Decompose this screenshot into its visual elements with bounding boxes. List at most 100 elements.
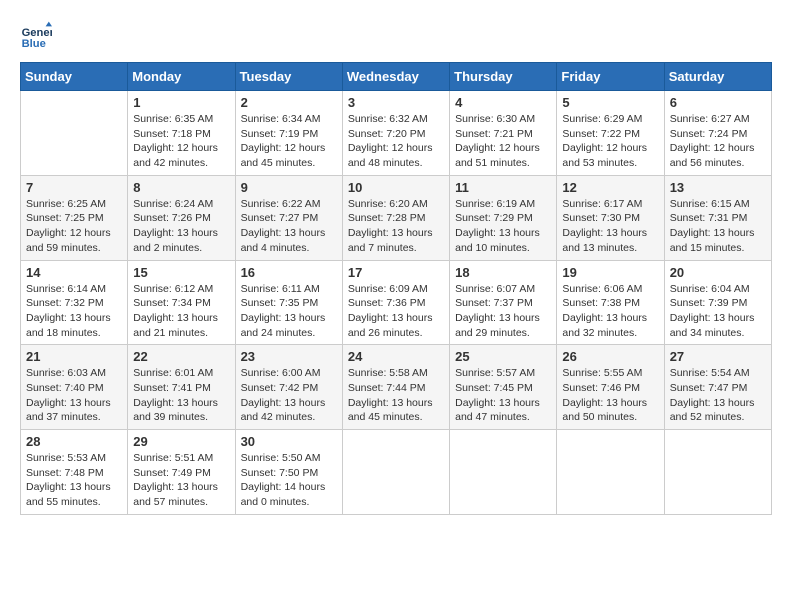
calendar-week-row: 28 Sunrise: 5:53 AMSunset: 7:48 PMDayligh… <box>21 430 772 515</box>
day-number: 12 <box>562 180 658 195</box>
day-number: 26 <box>562 349 658 364</box>
calendar-cell: 11 Sunrise: 6:19 AMSunset: 7:29 PMDayligh… <box>450 175 557 260</box>
day-number: 17 <box>348 265 444 280</box>
day-number: 29 <box>133 434 229 449</box>
day-info: Sunrise: 6:22 AMSunset: 7:27 PMDaylight:… <box>241 197 337 256</box>
day-number: 24 <box>348 349 444 364</box>
day-number: 11 <box>455 180 551 195</box>
day-info: Sunrise: 6:19 AMSunset: 7:29 PMDaylight:… <box>455 197 551 256</box>
day-info: Sunrise: 6:06 AMSunset: 7:38 PMDaylight:… <box>562 282 658 341</box>
logo-icon: General Blue <box>20 20 52 52</box>
page-header: General Blue <box>20 20 772 52</box>
day-number: 22 <box>133 349 229 364</box>
day-number: 18 <box>455 265 551 280</box>
calendar-cell: 8 Sunrise: 6:24 AMSunset: 7:26 PMDaylight… <box>128 175 235 260</box>
calendar-cell: 28 Sunrise: 5:53 AMSunset: 7:48 PMDayligh… <box>21 430 128 515</box>
calendar-cell: 29 Sunrise: 5:51 AMSunset: 7:49 PMDayligh… <box>128 430 235 515</box>
svg-text:Blue: Blue <box>22 38 46 50</box>
svg-text:General: General <box>22 27 52 39</box>
logo: General Blue <box>20 20 56 52</box>
day-number: 21 <box>26 349 122 364</box>
day-info: Sunrise: 5:51 AMSunset: 7:49 PMDaylight:… <box>133 451 229 510</box>
day-number: 30 <box>241 434 337 449</box>
day-info: Sunrise: 5:55 AMSunset: 7:46 PMDaylight:… <box>562 366 658 425</box>
calendar-cell: 20 Sunrise: 6:04 AMSunset: 7:39 PMDayligh… <box>664 260 771 345</box>
calendar-cell: 14Sunrise: 6:14 AMSunset: 7:32 PMDayligh… <box>21 260 128 345</box>
calendar-cell: 10 Sunrise: 6:20 AMSunset: 7:28 PMDayligh… <box>342 175 449 260</box>
calendar-cell: 2 Sunrise: 6:34 AMSunset: 7:19 PMDaylight… <box>235 91 342 176</box>
day-info: Sunrise: 6:15 AMSunset: 7:31 PMDaylight:… <box>670 197 766 256</box>
calendar-cell <box>342 430 449 515</box>
weekday-header: Sunday <box>21 63 128 91</box>
calendar-cell: 5 Sunrise: 6:29 AMSunset: 7:22 PMDaylight… <box>557 91 664 176</box>
day-number: 2 <box>241 95 337 110</box>
calendar-cell: 7 Sunrise: 6:25 AMSunset: 7:25 PMDaylight… <box>21 175 128 260</box>
calendar-cell: 18 Sunrise: 6:07 AMSunset: 7:37 PMDayligh… <box>450 260 557 345</box>
calendar-cell: 13 Sunrise: 6:15 AMSunset: 7:31 PMDayligh… <box>664 175 771 260</box>
day-number: 3 <box>348 95 444 110</box>
day-info: Sunrise: 6:20 AMSunset: 7:28 PMDaylight:… <box>348 197 444 256</box>
day-info: Sunrise: 6:03 AMSunset: 7:40 PMDaylight:… <box>26 366 122 425</box>
day-number: 20 <box>670 265 766 280</box>
calendar-cell: 21 Sunrise: 6:03 AMSunset: 7:40 PMDayligh… <box>21 345 128 430</box>
calendar-week-row: 21 Sunrise: 6:03 AMSunset: 7:40 PMDayligh… <box>21 345 772 430</box>
day-number: 10 <box>348 180 444 195</box>
day-number: 15 <box>133 265 229 280</box>
weekday-header: Thursday <box>450 63 557 91</box>
day-number: 5 <box>562 95 658 110</box>
calendar-cell: 26 Sunrise: 5:55 AMSunset: 7:46 PMDayligh… <box>557 345 664 430</box>
calendar-cell: 16Sunrise: 6:11 AMSunset: 7:35 PMDayligh… <box>235 260 342 345</box>
day-number: 1 <box>133 95 229 110</box>
day-info: Sunrise: 5:57 AMSunset: 7:45 PMDaylight:… <box>455 366 551 425</box>
calendar-cell <box>21 91 128 176</box>
calendar-cell <box>557 430 664 515</box>
day-number: 25 <box>455 349 551 364</box>
day-info: Sunrise: 5:50 AMSunset: 7:50 PMDaylight:… <box>241 451 337 510</box>
calendar-cell: 17Sunrise: 6:09 AMSunset: 7:36 PMDayligh… <box>342 260 449 345</box>
calendar-cell: 23 Sunrise: 6:00 AMSunset: 7:42 PMDayligh… <box>235 345 342 430</box>
calendar-header-row: SundayMondayTuesdayWednesdayThursdayFrid… <box>21 63 772 91</box>
day-info: Sunrise: 6:07 AMSunset: 7:37 PMDaylight:… <box>455 282 551 341</box>
day-info: Sunrise: 5:53 AMSunset: 7:48 PMDaylight:… <box>26 451 122 510</box>
calendar-cell: 1 Sunrise: 6:35 AMSunset: 7:18 PMDaylight… <box>128 91 235 176</box>
day-info: Sunrise: 6:17 AMSunset: 7:30 PMDaylight:… <box>562 197 658 256</box>
day-number: 8 <box>133 180 229 195</box>
calendar-cell: 15Sunrise: 6:12 AMSunset: 7:34 PMDayligh… <box>128 260 235 345</box>
day-number: 23 <box>241 349 337 364</box>
calendar-cell <box>664 430 771 515</box>
day-info: Sunrise: 5:54 AMSunset: 7:47 PMDaylight:… <box>670 366 766 425</box>
day-number: 28 <box>26 434 122 449</box>
calendar-cell: 4 Sunrise: 6:30 AMSunset: 7:21 PMDaylight… <box>450 91 557 176</box>
day-info: Sunrise: 6:00 AMSunset: 7:42 PMDaylight:… <box>241 366 337 425</box>
day-number: 13 <box>670 180 766 195</box>
calendar-cell: 25 Sunrise: 5:57 AMSunset: 7:45 PMDayligh… <box>450 345 557 430</box>
weekday-header: Tuesday <box>235 63 342 91</box>
day-info: Sunrise: 6:30 AMSunset: 7:21 PMDaylight:… <box>455 112 551 171</box>
day-info: Sunrise: 6:29 AMSunset: 7:22 PMDaylight:… <box>562 112 658 171</box>
calendar-cell: 22Sunrise: 6:01 AMSunset: 7:41 PMDayligh… <box>128 345 235 430</box>
weekday-header: Saturday <box>664 63 771 91</box>
day-info: Sunrise: 6:25 AMSunset: 7:25 PMDaylight:… <box>26 197 122 256</box>
day-number: 7 <box>26 180 122 195</box>
day-number: 14 <box>26 265 122 280</box>
day-number: 9 <box>241 180 337 195</box>
day-number: 27 <box>670 349 766 364</box>
calendar-cell: 6 Sunrise: 6:27 AMSunset: 7:24 PMDaylight… <box>664 91 771 176</box>
day-number: 6 <box>670 95 766 110</box>
day-info: Sunrise: 6:35 AMSunset: 7:18 PMDaylight:… <box>133 112 229 171</box>
day-info: Sunrise: 6:24 AMSunset: 7:26 PMDaylight:… <box>133 197 229 256</box>
calendar-cell: 9 Sunrise: 6:22 AMSunset: 7:27 PMDaylight… <box>235 175 342 260</box>
weekday-header: Wednesday <box>342 63 449 91</box>
day-number: 19 <box>562 265 658 280</box>
day-info: Sunrise: 6:27 AMSunset: 7:24 PMDaylight:… <box>670 112 766 171</box>
calendar-week-row: 14Sunrise: 6:14 AMSunset: 7:32 PMDayligh… <box>21 260 772 345</box>
day-info: Sunrise: 6:34 AMSunset: 7:19 PMDaylight:… <box>241 112 337 171</box>
weekday-header: Monday <box>128 63 235 91</box>
calendar-cell: 12 Sunrise: 6:17 AMSunset: 7:30 PMDayligh… <box>557 175 664 260</box>
calendar-cell: 30 Sunrise: 5:50 AMSunset: 7:50 PMDayligh… <box>235 430 342 515</box>
day-info: Sunrise: 5:58 AMSunset: 7:44 PMDaylight:… <box>348 366 444 425</box>
calendar-cell <box>450 430 557 515</box>
day-number: 4 <box>455 95 551 110</box>
calendar-cell: 3Sunrise: 6:32 AMSunset: 7:20 PMDaylight… <box>342 91 449 176</box>
day-info: Sunrise: 6:04 AMSunset: 7:39 PMDaylight:… <box>670 282 766 341</box>
